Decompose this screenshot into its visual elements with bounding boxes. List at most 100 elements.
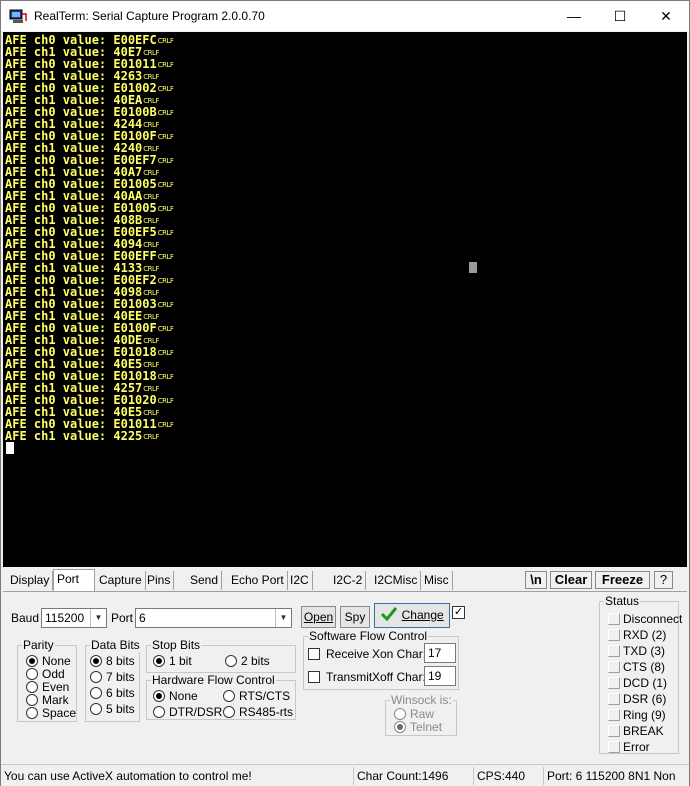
data-bits-option[interactable]: 7 bits <box>90 670 135 684</box>
hardware-flow-option[interactable]: RS485-rts <box>223 705 293 719</box>
receive-check-box[interactable] <box>308 648 320 660</box>
winsock-group: Winsock is: Raw Telnet <box>385 693 457 736</box>
tab-send[interactable]: Send <box>187 571 223 590</box>
status-led-icon <box>608 725 620 737</box>
transmit-check-box[interactable] <box>308 671 320 683</box>
change-checkbox[interactable]: ✓ <box>452 606 465 619</box>
port-select[interactable]: 6 ▼ <box>135 608 292 628</box>
parity-option[interactable]: Odd <box>26 667 65 681</box>
parity-option[interactable]: Mark <box>26 693 69 707</box>
change-button[interactable]: Change <box>374 603 450 628</box>
crlf-marker: CRLF <box>157 37 174 45</box>
parity-option[interactable]: None <box>26 654 71 668</box>
radio-button[interactable] <box>223 706 235 718</box>
winsock-title: Winsock is: <box>390 693 453 707</box>
clear-button[interactable]: Clear <box>550 571 592 589</box>
baud-select[interactable]: 115200 ▼ <box>41 608 107 628</box>
terminal-line-text: AFE ch1 value: 4225 <box>5 429 143 443</box>
crlf-marker: CRLF <box>143 73 159 81</box>
winsock-option-label: Telnet <box>410 720 443 734</box>
tab-display[interactable]: Display <box>7 571 54 590</box>
tab-i2c[interactable]: I2C <box>287 571 313 590</box>
status-item: TXD (3) <box>608 644 665 658</box>
data-bits-option-label: 7 bits <box>106 670 135 684</box>
baud-label: Baud <box>11 611 40 625</box>
change-label: Change <box>401 608 444 622</box>
radio-button[interactable] <box>394 721 406 733</box>
parity-title: Parity <box>22 638 55 652</box>
status-item: CTS (8) <box>608 660 665 674</box>
radio-button[interactable] <box>90 687 102 699</box>
xoff-input[interactable]: 19 <box>424 666 456 686</box>
parity-option-label: Mark <box>42 693 69 707</box>
status-item-label: Disconnect <box>623 612 683 626</box>
tab-i2c-2[interactable]: I2C-2 <box>330 571 367 590</box>
newline-button[interactable]: \n <box>525 571 547 589</box>
radio-button[interactable] <box>26 694 38 706</box>
winsock-option[interactable]: Telnet <box>394 720 442 734</box>
radio-button[interactable] <box>394 708 406 720</box>
maximize-button[interactable]: ☐ <box>597 1 643 31</box>
crlf-marker: CRLF <box>143 193 159 201</box>
crlf-marker: CRLF <box>157 61 174 69</box>
scroll-marker <box>469 262 477 273</box>
tab-pins[interactable]: Pins <box>144 571 175 590</box>
parity-option[interactable]: Even <box>26 680 69 694</box>
spy-button[interactable]: Spy <box>340 606 370 628</box>
parity-option-label: None <box>42 654 71 668</box>
xon-input[interactable]: 17 <box>424 643 456 663</box>
data-bits-option[interactable]: 6 bits <box>90 686 135 700</box>
radio-button[interactable] <box>153 655 165 667</box>
radio-button[interactable] <box>90 671 102 683</box>
status-led-icon <box>608 693 620 705</box>
open-button[interactable]: Open <box>301 606 336 628</box>
title-bar[interactable]: RealTerm: Serial Capture Program 2.0.0.7… <box>1 1 689 31</box>
radio-button[interactable] <box>26 655 38 667</box>
crlf-marker: CRLF <box>157 229 174 237</box>
tab-misc[interactable]: Misc <box>421 571 453 590</box>
data-bits-option[interactable]: 5 bits <box>90 702 135 716</box>
radio-button[interactable] <box>223 690 235 702</box>
transmit-checkbox[interactable]: Transmit <box>308 670 372 684</box>
minimize-button[interactable]: — <box>551 1 597 31</box>
radio-button[interactable] <box>225 655 237 667</box>
radio-button[interactable] <box>90 655 102 667</box>
hardware-flow-option[interactable]: DTR/DSR <box>153 705 222 719</box>
freeze-button[interactable]: Freeze <box>595 571 650 589</box>
crlf-marker: CRLF <box>157 301 174 309</box>
crlf-marker: CRLF <box>157 349 174 357</box>
tab-i2cmisc[interactable]: I2CMisc <box>371 571 422 590</box>
status-item: DSR (6) <box>608 692 666 706</box>
tab-bar: Display Port Capture Pins Send Echo Port… <box>3 569 687 591</box>
receive-checkbox[interactable]: Receive <box>308 647 369 661</box>
stop-bits-option[interactable]: 2 bits <box>225 654 270 668</box>
radio-button[interactable] <box>90 703 102 715</box>
port-info: Port: 6 115200 8N1 Non <box>543 767 676 785</box>
data-bits-title: Data Bits <box>90 638 141 652</box>
stop-bits-title: Stop Bits <box>151 638 202 652</box>
stop-bits-option[interactable]: 1 bit <box>153 654 192 668</box>
tab-capture[interactable]: Capture <box>96 571 146 590</box>
radio-button[interactable] <box>26 668 38 680</box>
radio-button[interactable] <box>26 681 38 693</box>
radio-button[interactable] <box>26 707 38 719</box>
checkmark-icon <box>381 607 398 622</box>
help-button[interactable]: ? <box>654 571 673 589</box>
radio-button[interactable] <box>153 706 165 718</box>
close-button[interactable]: ✕ <box>643 1 689 31</box>
hardware-flow-option-label: RTS/CTS <box>239 689 291 703</box>
parity-option[interactable]: Space <box>26 706 76 720</box>
hardware-flow-option[interactable]: None <box>153 689 198 703</box>
crlf-marker: CRLF <box>157 181 174 189</box>
status-led-icon <box>608 677 620 689</box>
tab-port[interactable]: Port <box>53 569 95 591</box>
winsock-option[interactable]: Raw <box>394 707 434 721</box>
radio-button[interactable] <box>153 690 165 702</box>
port-label: Port <box>111 611 134 625</box>
terminal-output[interactable]: AFE ch0 value: E00EFCCRLF AFE ch1 value: … <box>3 32 687 567</box>
tab-echo-port[interactable]: Echo Port <box>228 571 288 590</box>
hardware-flow-option[interactable]: RTS/CTS <box>223 689 290 703</box>
crlf-marker: CRLF <box>143 49 159 57</box>
data-bits-option[interactable]: 8 bits <box>90 654 135 668</box>
data-bits-option-label: 6 bits <box>106 686 135 700</box>
